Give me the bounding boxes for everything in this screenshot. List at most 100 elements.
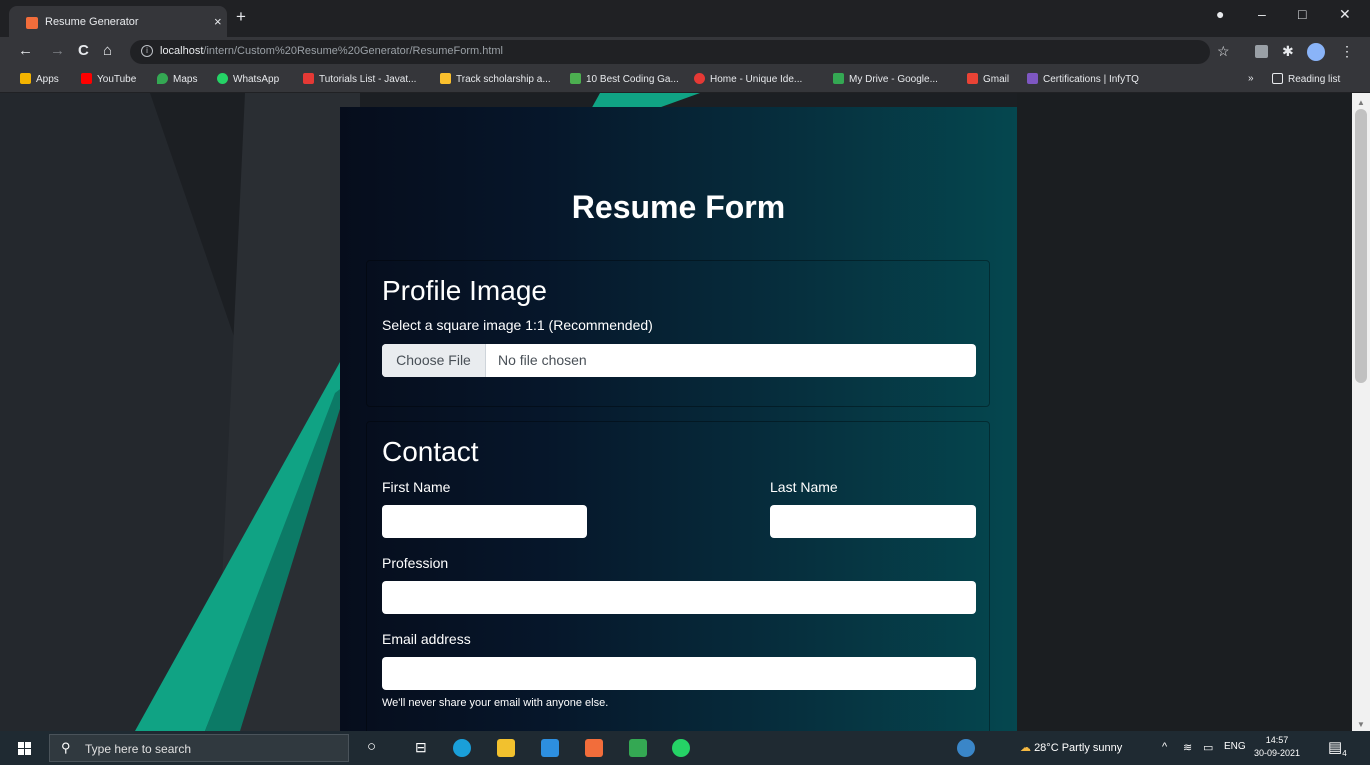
- choose-file-button[interactable]: Choose File: [382, 344, 486, 377]
- bookmark-gmail[interactable]: Gmail: [967, 73, 1009, 85]
- first-name-label: First Name: [382, 479, 451, 495]
- tab-resume-generator[interactable]: Resume Generator ×: [9, 6, 227, 37]
- task-view-icon[interactable]: ⊟: [415, 739, 427, 756]
- scroll-up-arrow-icon[interactable]: ▲: [1357, 98, 1365, 107]
- close-window-button[interactable]: ✕: [1339, 6, 1351, 23]
- bookmark-label: 10 Best Coding Ga...: [586, 74, 679, 85]
- chrome-account-icon[interactable]: ●: [1216, 6, 1224, 22]
- help-icon[interactable]: [957, 739, 975, 757]
- bookmark-label: YouTube: [97, 74, 137, 85]
- contact-heading: Contact: [382, 436, 479, 467]
- bookmark-track-scholarship[interactable]: Track scholarship a...: [440, 73, 551, 85]
- bookmarks-overflow-button[interactable]: »: [1248, 73, 1254, 84]
- url-host: localhost: [160, 45, 204, 57]
- battery-icon[interactable]: ▭: [1203, 741, 1213, 754]
- reading-list-button[interactable]: Reading list: [1272, 73, 1340, 85]
- weather-widget[interactable]: ☁ 28°C Partly sunny: [1020, 741, 1122, 754]
- bookmark-coding-games[interactable]: 10 Best Coding Ga...: [570, 73, 679, 85]
- weather-icon: ☁: [1020, 742, 1031, 754]
- taskbar-clock[interactable]: 14:57 30-09-2021: [1254, 734, 1300, 760]
- rss-icon: [694, 73, 705, 84]
- scroll-down-arrow-icon[interactable]: ▼: [1357, 720, 1365, 729]
- file-explorer-icon[interactable]: [497, 739, 515, 757]
- home-button[interactable]: ⌂: [103, 42, 112, 59]
- minimize-button[interactable]: –: [1258, 6, 1266, 22]
- cortana-icon[interactable]: ○: [367, 738, 376, 755]
- gmail-icon: [967, 73, 978, 84]
- reload-button[interactable]: C: [78, 42, 89, 59]
- back-button[interactable]: ←: [18, 42, 33, 59]
- contact-card: Contact First Name Last Name Profession …: [366, 421, 990, 731]
- profession-input[interactable]: [382, 581, 976, 614]
- apps-grid-icon: [20, 73, 31, 84]
- javatpoint-icon: [303, 73, 314, 84]
- file-status-text: No file chosen: [498, 352, 587, 368]
- email-input[interactable]: [382, 657, 976, 690]
- reading-list-label: Reading list: [1288, 74, 1341, 85]
- forward-button[interactable]: →: [50, 42, 65, 59]
- show-hidden-icons-icon[interactable]: ^: [1162, 741, 1167, 753]
- new-tab-button[interactable]: +: [236, 7, 246, 27]
- whatsapp-icon: [217, 73, 228, 84]
- clock-time: 14:57: [1265, 735, 1289, 745]
- bookmark-maps[interactable]: Maps: [157, 73, 197, 85]
- bookmark-label: Gmail: [983, 74, 1010, 85]
- tab-title: Resume Generator: [45, 16, 139, 28]
- email-label: Email address: [382, 631, 471, 647]
- network-icon[interactable]: ≋: [1183, 741, 1192, 754]
- page-scrollbar[interactable]: ▲ ▼: [1352, 93, 1370, 731]
- notifications-icon[interactable]: ▤4: [1328, 738, 1347, 758]
- last-name-input[interactable]: [770, 505, 976, 538]
- bookmark-label: Track scholarship a...: [456, 74, 551, 85]
- chrome-menu-icon[interactable]: ⋮: [1340, 43, 1354, 60]
- bookmark-label: Tutorials List - Javat...: [319, 74, 417, 85]
- bookmark-star-icon[interactable]: ☆: [1217, 43, 1230, 60]
- youtube-icon: [81, 73, 92, 84]
- bookmark-my-drive[interactable]: My Drive - Google...: [833, 73, 938, 85]
- search-icon: ⚲: [61, 740, 71, 755]
- bookmark-tutorials-list[interactable]: Tutorials List - Javat...: [303, 73, 416, 85]
- language-indicator[interactable]: ENG: [1224, 741, 1246, 752]
- bookmark-label: My Drive - Google...: [849, 74, 938, 85]
- site-info-icon[interactable]: i: [141, 45, 153, 57]
- bookmark-label: WhatsApp: [233, 74, 280, 85]
- address-bar[interactable]: i localhost/intern/Custom%20Resume%20Gen…: [130, 40, 1210, 64]
- bookmark-label: Certifications | InfyTQ: [1043, 74, 1139, 85]
- chrome-icon[interactable]: [629, 739, 647, 757]
- profile-image-file-input[interactable]: Choose File No file chosen: [382, 344, 976, 377]
- page-viewport: Resume Form Profile Image Select a squar…: [0, 93, 1352, 731]
- url-text[interactable]: localhost/intern/Custom%20Resume%20Gener…: [160, 45, 503, 57]
- extension-icon[interactable]: [1255, 45, 1268, 58]
- url-path: /intern/Custom%20Resume%20Generator/Resu…: [203, 45, 503, 57]
- weather-text: 28°C Partly sunny: [1034, 742, 1123, 754]
- xampp-favicon-icon: [26, 17, 38, 29]
- notification-count: 4: [1342, 749, 1347, 758]
- profile-avatar[interactable]: [1307, 43, 1325, 61]
- scrollbar-thumb[interactable]: [1355, 109, 1367, 383]
- bookmark-certifications-infytq[interactable]: Certifications | InfyTQ: [1027, 73, 1139, 85]
- taskbar-search-box[interactable]: ⚲ Type here to search: [49, 734, 349, 762]
- profile-image-heading: Profile Image: [382, 275, 547, 306]
- form-title: Resume Form: [571, 189, 786, 225]
- edge-icon[interactable]: [453, 739, 471, 757]
- email-help-text: We'll never share your email with anyone…: [382, 697, 609, 709]
- windows-start-icon[interactable]: [18, 742, 32, 755]
- xampp-icon[interactable]: [585, 739, 603, 757]
- infytq-icon: [1027, 73, 1038, 84]
- clock-date: 30-09-2021: [1254, 748, 1301, 758]
- tab-close-icon[interactable]: ×: [214, 14, 222, 29]
- google-drive-icon: [833, 73, 844, 84]
- whatsapp-taskbar-icon[interactable]: [672, 739, 690, 757]
- browser-toolbar: ← → C ⌂ i localhost/intern/Custom%20Resu…: [0, 37, 1370, 66]
- profile-image-hint: Select a square image 1:1 (Recommended): [382, 317, 653, 333]
- bookmark-whatsapp[interactable]: WhatsApp: [217, 73, 279, 85]
- bookmark-home-unique-ideas[interactable]: Home - Unique Ide...: [694, 73, 802, 85]
- extensions-puzzle-icon[interactable]: ✱: [1282, 43, 1294, 60]
- bookmark-youtube[interactable]: YouTube: [81, 73, 136, 85]
- star-icon: [440, 73, 451, 84]
- bookmark-apps[interactable]: Apps: [20, 73, 59, 85]
- bookmark-label: Apps: [36, 74, 59, 85]
- first-name-input[interactable]: [382, 505, 587, 538]
- maximize-button[interactable]: □: [1298, 6, 1306, 22]
- vscode-icon[interactable]: [541, 739, 559, 757]
